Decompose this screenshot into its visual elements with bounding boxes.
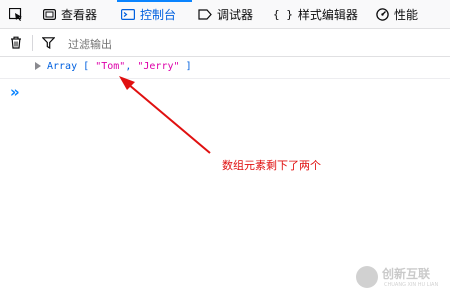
annotation-arrow [119,76,211,154]
watermark-subtitle: CHUANG XIN HU LIAN [384,282,439,288]
watermark-logo: 创新互联 CHUANG XIN HU LIAN [352,262,448,294]
annotation-text: 数组元素剩下了两个 [222,159,321,172]
watermark-emblem-icon [356,266,378,288]
watermark-title: 创新互联 [382,267,431,281]
